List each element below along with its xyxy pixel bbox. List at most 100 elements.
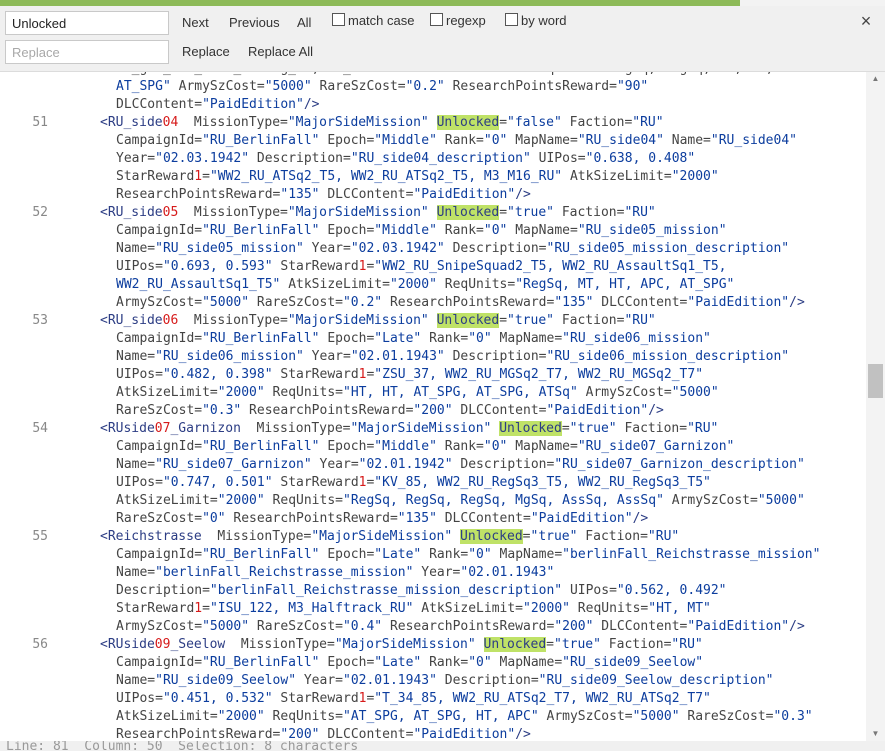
code-line: ArmySzCost="5000" RareSzCost="0.2" Resea… [0, 294, 866, 312]
code-token: DLCContent= [452, 403, 547, 418]
code-text: Name="RU_side06_mission" Year="02.01.194… [116, 348, 789, 366]
code-token: "KV_85, WW2_RU_RegSq3_T5, WW2_RU_RegSq3_… [374, 475, 711, 490]
code-token: Name= [116, 457, 156, 472]
code-token: Rank= [436, 223, 484, 238]
code-token: Year= [413, 565, 461, 580]
code-line: Name="berlinFall_Reichstrasse_mission" Y… [0, 564, 866, 582]
code-token: MissionType= [178, 115, 288, 130]
code-text: Description="berlinFall_Reichstrasse_mis… [116, 582, 727, 600]
search-match-highlight: Unlocked [436, 205, 500, 220]
code-token: Description= [249, 151, 351, 166]
code-token: "RegSq, RegSq, RegSq, MgSq, AssSq, AssSq… [343, 493, 664, 508]
code-token: StarReward [272, 475, 359, 490]
search-match-highlight: Unlocked [436, 115, 500, 130]
code-token: MapName= [491, 547, 563, 562]
next-button[interactable]: Next [182, 13, 209, 33]
code-token: AtkSizeLimit= [116, 709, 218, 724]
by-word-checkbox[interactable]: by word [505, 12, 567, 30]
code-token: /> [515, 727, 531, 741]
code-token: "RU_side09_Seelow" [155, 673, 297, 688]
close-icon[interactable]: × [858, 12, 874, 30]
vertical-scrollbar[interactable]: ▲ ▼ [866, 72, 885, 741]
code-text: AtkSizeLimit="2000" ReqUnits="HT, HT, AT… [116, 384, 719, 402]
code-token: Epoch= [319, 439, 375, 454]
code-token: "berlinFall_Reichstrasse_mission_descrip… [209, 583, 563, 598]
code-token: Description= [444, 349, 547, 364]
code-token: 04 [162, 115, 179, 130]
line-number: 53 [32, 313, 48, 328]
code-editor[interactable]: AT_gun_15k_45mm_moving_T5, BT_7" AtkSize… [0, 72, 866, 741]
code-token: ResearchPointsReward= [116, 727, 281, 741]
code-token: ReqUnits= [569, 601, 649, 616]
find-input[interactable] [5, 11, 169, 35]
code-token: RareSzCost= [249, 619, 343, 634]
code-token: AtkSizeLimit= [116, 493, 218, 508]
checkbox-icon [332, 13, 345, 26]
code-text: Name="RU_side09_Seelow" Year="02.01.1943… [116, 672, 773, 690]
match-case-checkbox[interactable]: match case [332, 12, 414, 30]
code-token: Description= [436, 673, 539, 688]
code-token: "RU_side04_description" [350, 151, 531, 166]
code-token: Name= [116, 565, 156, 580]
code-text: RareSzCost="0.3" ResearchPointsReward="2… [116, 402, 664, 420]
code-line: RareSzCost="0" ResearchPointsReward="135… [0, 510, 866, 528]
code-token: "Late" [374, 331, 422, 346]
code-line: StarReward1="ISU_122, M3_Halftrack_RU" A… [0, 600, 866, 618]
code-token: "true" [530, 529, 578, 544]
code-line: DLCContent="PaidEdition"/> [0, 96, 866, 114]
scroll-down-icon[interactable]: ▼ [866, 727, 885, 741]
code-token: ResearchPointsReward= [382, 295, 555, 310]
code-line: 51 <RU_side04 MissionType="MajorSideMissi… [0, 114, 866, 132]
code-token: MapName= [491, 655, 563, 670]
code-line: UIPos="0.693, 0.593" StarReward1="WW2_RU… [0, 258, 866, 276]
code-token: ResearchPointsReward= [382, 619, 555, 634]
line-number: 54 [32, 421, 48, 436]
code-token: UIPos= [530, 151, 586, 166]
previous-button[interactable]: Previous [229, 13, 280, 33]
scrollbar-thumb[interactable] [868, 364, 883, 398]
code-text: <RU_side06 MissionType="MajorSideMission… [100, 312, 656, 330]
code-token: "RU_BerlinFall" [202, 547, 320, 562]
code-text: CampaignId="RU_BerlinFall" Epoch="Middle… [116, 438, 734, 456]
code-token: "PaidEdition" [546, 403, 649, 418]
code-line: ArmySzCost="5000" RareSzCost="0.4" Resea… [0, 618, 866, 636]
code-token: "true" [507, 313, 554, 328]
replace-input[interactable] [5, 40, 169, 64]
code-token: <RUside [100, 421, 155, 436]
code-token: MissionType= [178, 313, 288, 328]
code-text: CampaignId="RU_BerlinFall" Epoch="Late" … [116, 546, 820, 564]
replace-all-button[interactable]: Replace All [248, 42, 313, 62]
code-token: Rank= [421, 331, 469, 346]
code-token: 1 [194, 601, 203, 616]
code-token: UIPos= [116, 367, 163, 382]
code-token: "02.01.1942" [358, 457, 453, 472]
scroll-up-icon[interactable]: ▲ [866, 72, 885, 86]
code-token: "MajorSideMission" [287, 115, 429, 130]
code-token: "Late" [374, 547, 422, 562]
code-token: Faction= [561, 115, 633, 130]
code-token: "RU_side06_mission_description" [546, 349, 790, 364]
code-line: UIPos="0.482, 0.398" StarReward1="ZSU_37… [0, 366, 866, 384]
replace-button[interactable]: Replace [182, 42, 230, 62]
code-token: "berlinFall_Reichstrasse_mission" [562, 547, 821, 562]
regexp-checkbox[interactable]: regexp [430, 12, 486, 30]
code-token: Year= [303, 241, 351, 256]
code-token: "RU_BerlinFall" [202, 331, 320, 346]
code-token: DLCContent= [593, 295, 688, 310]
code-token: Description= [444, 241, 547, 256]
code-token: /> [789, 295, 805, 310]
find-all-button[interactable]: All [297, 13, 311, 33]
code-token: _Seelow [170, 637, 226, 652]
code-token: "MajorSideMission" [287, 313, 429, 328]
code-token: "2000" [389, 277, 437, 292]
code-token: UIPos= [116, 259, 163, 274]
code-token: AT_gun_15k_45mm_moving_T5, BT_7" AtkSize… [116, 72, 773, 76]
code-line: AtkSizeLimit="2000" ReqUnits="RegSq, Reg… [0, 492, 866, 510]
code-token: DLCContent= [319, 727, 414, 741]
code-token: "RU_side06_mission" [155, 349, 304, 364]
code-lines: AT_gun_15k_45mm_moving_T5, BT_7" AtkSize… [0, 72, 866, 741]
code-token: "PaidEdition" [687, 295, 790, 310]
code-token: Rank= [436, 439, 484, 454]
code-token: "AT_SPG, AT_SPG, HT, APC" [343, 709, 539, 724]
